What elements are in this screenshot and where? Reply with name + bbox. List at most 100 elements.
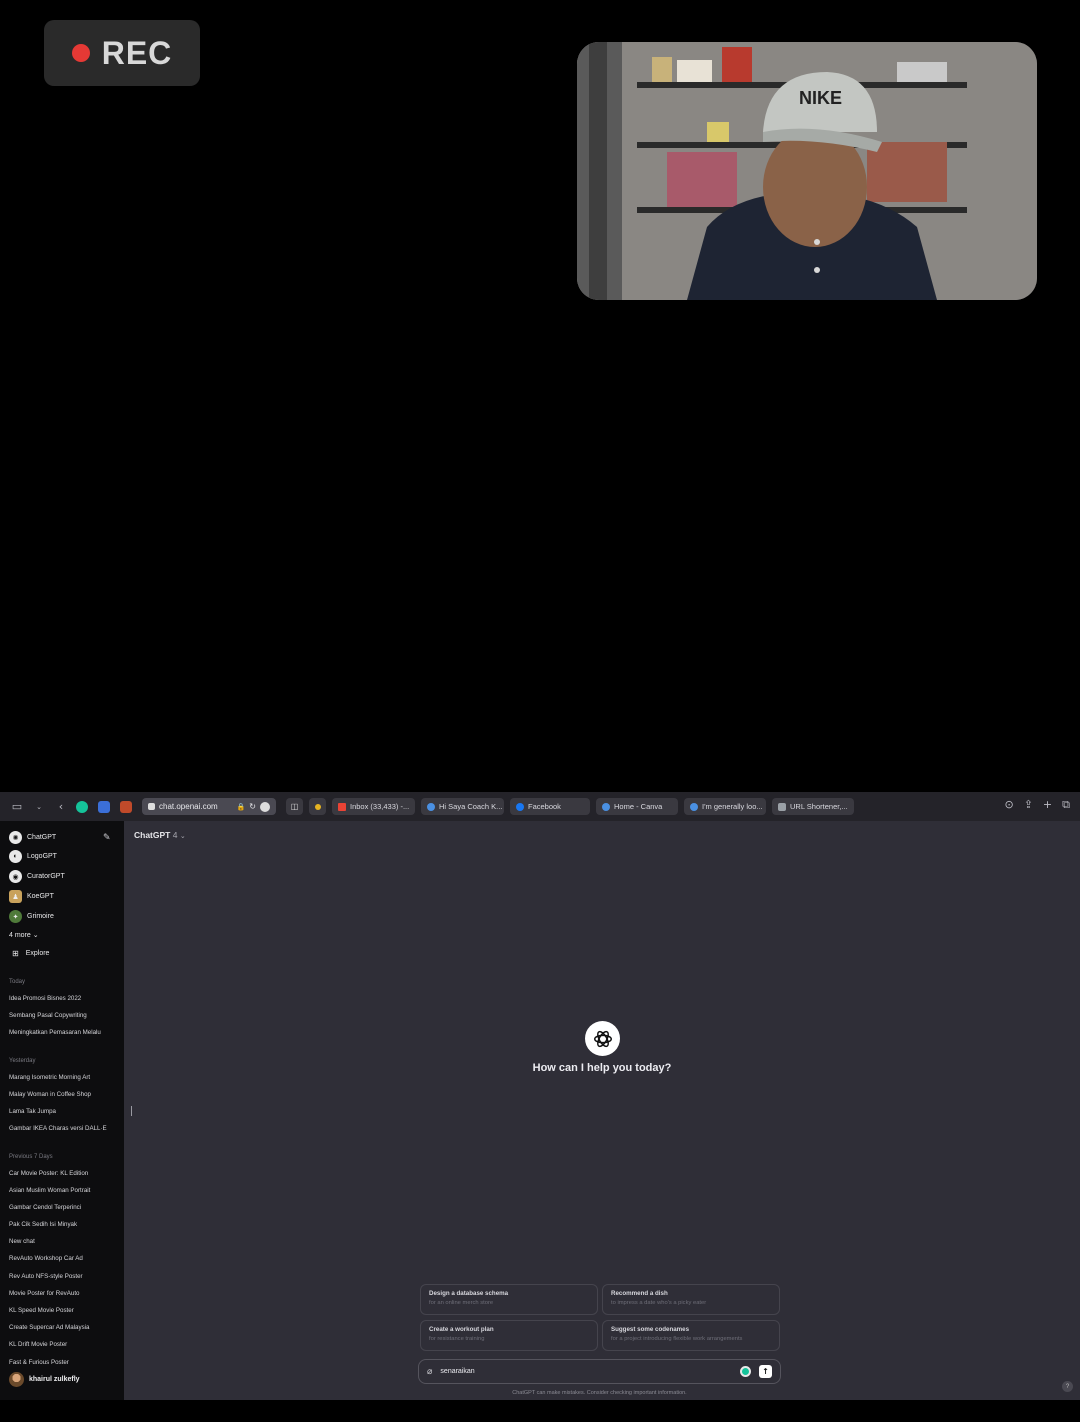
- pinned-tab-1[interactable]: ◫: [286, 798, 303, 815]
- history-item[interactable]: RevAuto Workshop Car Ad: [9, 1255, 113, 1262]
- webcam-image: NIKE: [577, 42, 1037, 300]
- recording-badge: REC: [44, 20, 200, 86]
- sidebar-item-label: Grimoire: [27, 913, 54, 920]
- history-item[interactable]: New chat: [9, 1238, 113, 1245]
- sidebar-toggle-icon[interactable]: ▭: [10, 800, 24, 814]
- pinned-tab-2[interactable]: [309, 798, 326, 815]
- history-item[interactable]: Movie Poster for RevAuto: [9, 1290, 113, 1297]
- suggestion-card[interactable]: Design a database schema for an online m…: [420, 1284, 598, 1315]
- section-heading-previous-7-days: Previous 7 Days: [9, 1154, 53, 1160]
- site-icon: [690, 802, 698, 811]
- history-item[interactable]: Fast & Furious Poster: [9, 1359, 113, 1366]
- openai-logo-icon: ✺: [9, 831, 22, 844]
- suggestion-card[interactable]: Recommend a dish to impress a date who's…: [602, 1284, 780, 1315]
- more-gpts-toggle[interactable]: 4 more ⌄: [9, 931, 39, 939]
- grimoire-icon: ✦: [9, 910, 22, 923]
- browser-window: ▭ ⌄ ‹ chat.openai.com 🔒 ↻ ◫ Inbox (33,43…: [0, 792, 1080, 1400]
- screen-recording-frame: REC NIKE ▭ ⌄ ‹ chat.openai.com 🔒 ↻ ◫ Inb…: [0, 0, 1080, 1422]
- history-item[interactable]: Lama Tak Jumpa: [9, 1108, 113, 1115]
- svg-text:NIKE: NIKE: [799, 88, 842, 108]
- section-heading-today: Today: [9, 979, 26, 985]
- history-item[interactable]: Car Movie Poster: KL Edition: [9, 1170, 113, 1177]
- gmail-icon: [338, 802, 346, 811]
- suggestion-subtitle: for resistance training: [429, 1336, 485, 1342]
- text-cursor: [131, 1106, 132, 1116]
- history-item[interactable]: Idea Promosi Bisnes 2022: [9, 995, 113, 1002]
- grammarly-extension-icon[interactable]: [76, 800, 88, 813]
- message-input[interactable]: senaraikan: [440, 1368, 732, 1375]
- chat-sidebar: ✺ ChatGPT ✎ ◐ LogoGPT ◉ CuratorGPT ♟ Koe…: [0, 821, 124, 1400]
- lock-icon: 🔒: [236, 803, 246, 811]
- site-icon: [602, 802, 610, 811]
- suggestion-card[interactable]: Create a workout plan for resistance tra…: [420, 1320, 598, 1351]
- sidebar-item-koegpt[interactable]: ♟ KoeGPT: [9, 890, 54, 903]
- openai-logo-icon: [585, 1021, 620, 1056]
- sidebar-item-chatgpt[interactable]: ✺ ChatGPT: [9, 831, 56, 844]
- suggestion-title: Design a database schema: [429, 1290, 509, 1297]
- tab-label: Inbox (33,433) -...: [350, 802, 410, 811]
- tab-url-shortener[interactable]: URL Shortener,...: [772, 798, 854, 815]
- extension-icon[interactable]: [98, 800, 110, 813]
- tab-facebook[interactable]: Facebook: [510, 798, 590, 815]
- grammarly-icon[interactable]: [740, 1366, 751, 1377]
- tab-label: URL Shortener,...: [790, 802, 848, 811]
- history-item[interactable]: KL Speed Movie Poster: [9, 1307, 113, 1314]
- openai-knot-icon: [593, 1030, 612, 1047]
- history-item[interactable]: Gambar IKEA Charas versi DALL·E: [9, 1125, 113, 1132]
- tab-generally[interactable]: I'm generally loo...: [684, 798, 766, 815]
- sidebar-item-label: KoeGPT: [27, 893, 54, 900]
- suggestion-title: Suggest some codenames: [611, 1326, 690, 1333]
- tab-label: I'm generally loo...: [702, 802, 763, 811]
- record-dot-icon: [71, 44, 90, 62]
- history-item[interactable]: Asian Muslim Woman Portrait: [9, 1187, 113, 1194]
- suggestion-subtitle: to impress a date who's a picky eater: [611, 1300, 707, 1306]
- history-item[interactable]: KL Drift Movie Poster: [9, 1341, 113, 1348]
- new-chat-edit-icon[interactable]: ✎: [103, 833, 111, 843]
- suggestion-subtitle: for a project introducing flexible work …: [611, 1336, 743, 1342]
- avatar: [9, 1372, 24, 1387]
- explore-label: Explore: [25, 950, 50, 957]
- history-item[interactable]: Malay Woman in Coffee Shop: [9, 1091, 113, 1098]
- history-item[interactable]: Marang Isometric Morning Art: [9, 1074, 113, 1081]
- history-item[interactable]: Pak Cik Sedih Isi Minyak: [9, 1221, 113, 1228]
- tab-canva[interactable]: Home - Canva: [596, 798, 678, 815]
- more-label: 4 more: [9, 932, 31, 939]
- reload-icon[interactable]: ↻: [249, 802, 256, 811]
- tab-overview-icon[interactable]: ⧉: [1062, 798, 1070, 812]
- history-item[interactable]: Meningkatkan Pemasaran Melalu: [9, 1029, 113, 1036]
- sidebar-item-curatorgpt[interactable]: ◉ CuratorGPT: [9, 870, 65, 883]
- tab-label: Facebook: [528, 802, 561, 811]
- address-bar[interactable]: chat.openai.com 🔒 ↻: [142, 798, 276, 815]
- sidebar-item-label: ChatGPT: [27, 834, 57, 841]
- extension-icon-2[interactable]: [120, 800, 132, 813]
- sidebar-item-grimoire[interactable]: ✦ Grimoire: [9, 910, 54, 923]
- history-item[interactable]: Rev Auto NFS-style Poster: [9, 1273, 113, 1280]
- share-icon[interactable]: ⇪: [1024, 798, 1033, 812]
- facebook-icon: [516, 802, 524, 811]
- welcome-heading: How can I help you today?: [532, 1062, 672, 1074]
- recording-label: REC: [101, 34, 173, 71]
- download-icon[interactable]: ⊙: [1004, 798, 1013, 812]
- suggestion-card[interactable]: Suggest some codenames for a project int…: [602, 1320, 780, 1351]
- chevron-down-icon[interactable]: ⌄: [32, 800, 46, 814]
- sidebar-item-logogpt[interactable]: ◐ LogoGPT: [9, 850, 57, 863]
- help-button[interactable]: ?: [1062, 1381, 1073, 1392]
- history-item[interactable]: Create Supercar Ad Malaysia: [9, 1324, 113, 1331]
- new-tab-icon[interactable]: +: [1043, 798, 1052, 812]
- more-options-icon[interactable]: [260, 801, 270, 812]
- tab-gmail[interactable]: Inbox (33,433) -...: [332, 798, 415, 815]
- user-profile[interactable]: khairul zulkefly: [9, 1372, 80, 1387]
- site-icon: [427, 802, 435, 811]
- site-icon: [778, 802, 786, 811]
- history-item[interactable]: Gambar Cendol Terperinci: [9, 1204, 113, 1211]
- model-selector[interactable]: ChatGPT 4 ⌄: [134, 830, 186, 840]
- tab-label: Home - Canva: [614, 802, 663, 811]
- send-button[interactable]: ↑: [759, 1365, 772, 1378]
- explore-gpts[interactable]: ⊞ Explore: [12, 949, 49, 958]
- attach-icon[interactable]: ⌀: [427, 1367, 432, 1377]
- history-item[interactable]: Sembang Pasal Copywriting: [9, 1012, 113, 1019]
- tab-label: Hi Saya Coach K...: [439, 802, 503, 811]
- back-icon[interactable]: ‹: [54, 800, 68, 814]
- tab-coach[interactable]: Hi Saya Coach K...: [421, 798, 504, 815]
- sidebar-item-label: CuratorGPT: [27, 873, 65, 880]
